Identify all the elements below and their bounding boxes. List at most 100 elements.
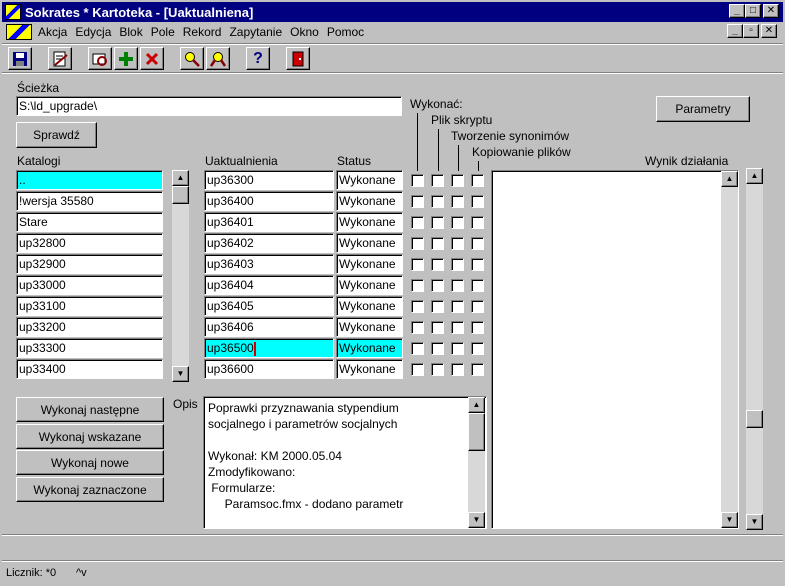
execute-checkbox[interactable]	[411, 342, 424, 355]
synonyms-checkbox[interactable]	[451, 258, 464, 271]
script-checkbox[interactable]	[431, 279, 444, 292]
execute-new-button[interactable]: Wykonaj nowe	[16, 450, 164, 475]
mdi-restore-button[interactable]: ▫	[743, 24, 759, 38]
update-status[interactable]: Wykonane	[336, 254, 403, 274]
script-checkbox[interactable]	[431, 258, 444, 271]
synonyms-checkbox[interactable]	[451, 363, 464, 376]
edit-document-button[interactable]	[48, 47, 72, 70]
menu-rekord[interactable]: Rekord	[179, 25, 226, 39]
catalog-item[interactable]: up33300	[16, 338, 163, 358]
catalog-item[interactable]: up32800	[16, 233, 163, 253]
catalog-item[interactable]: up33200	[16, 317, 163, 337]
copy-files-checkbox[interactable]	[471, 174, 484, 187]
copy-files-checkbox[interactable]	[471, 363, 484, 376]
script-checkbox[interactable]	[431, 237, 444, 250]
menu-zapytanie[interactable]: Zapytanie	[225, 25, 286, 39]
parameters-button[interactable]: Parametry	[656, 96, 750, 122]
synonyms-checkbox[interactable]	[451, 300, 464, 313]
synonyms-checkbox[interactable]	[451, 195, 464, 208]
update-name[interactable]: up36402	[204, 233, 334, 253]
execute-checkbox[interactable]	[411, 237, 424, 250]
scroll-thumb[interactable]	[172, 186, 189, 204]
execute-checked-button[interactable]: Wykonaj zaznaczone	[16, 477, 164, 502]
update-status[interactable]: Wykonane	[336, 170, 403, 190]
check-button[interactable]: Sprawdź	[16, 122, 97, 148]
exit-button[interactable]	[286, 47, 310, 70]
scroll-down-icon[interactable]: ▼	[746, 514, 763, 530]
scroll-up-icon[interactable]: ▲	[721, 171, 738, 187]
synonyms-checkbox[interactable]	[451, 174, 464, 187]
description-textarea[interactable]: Poprawki przyznawania stypendium socjaln…	[203, 396, 487, 529]
update-name[interactable]: up36401	[204, 212, 334, 232]
script-checkbox[interactable]	[431, 300, 444, 313]
scroll-down-icon[interactable]: ▼	[468, 512, 485, 528]
script-checkbox[interactable]	[431, 174, 444, 187]
script-checkbox[interactable]	[431, 216, 444, 229]
copy-files-checkbox[interactable]	[471, 258, 484, 271]
update-name[interactable]: up36406	[204, 317, 334, 337]
synonyms-checkbox[interactable]	[451, 321, 464, 334]
copy-files-checkbox[interactable]	[471, 279, 484, 292]
catalog-item[interactable]: up33000	[16, 275, 163, 295]
maximize-button[interactable]: □	[745, 4, 761, 18]
execute-query-button[interactable]	[206, 47, 230, 70]
menu-blok[interactable]: Blok	[115, 25, 146, 39]
copy-files-checkbox[interactable]	[471, 342, 484, 355]
copy-files-checkbox[interactable]	[471, 300, 484, 313]
update-name[interactable]: up36400	[204, 191, 334, 211]
update-status[interactable]: Wykonane	[336, 317, 403, 337]
close-button[interactable]: ✕	[763, 4, 779, 18]
catalog-item[interactable]: !wersja 35580	[16, 191, 163, 211]
scroll-up-icon[interactable]: ▲	[746, 168, 763, 184]
query-button[interactable]	[180, 47, 204, 70]
update-status[interactable]: Wykonane	[336, 212, 403, 232]
update-name[interactable]: up36405	[204, 296, 334, 316]
execute-checkbox[interactable]	[411, 300, 424, 313]
update-status-selected[interactable]: Wykonane	[336, 338, 403, 358]
execute-selected-button[interactable]: Wykonaj wskazane	[16, 424, 164, 449]
path-input[interactable]: S:\ld_upgrade\	[16, 96, 402, 116]
mdi-minimize-button[interactable]: _	[727, 24, 743, 38]
update-status[interactable]: Wykonane	[336, 296, 403, 316]
execute-checkbox[interactable]	[411, 321, 424, 334]
update-name[interactable]: up36404	[204, 275, 334, 295]
result-output[interactable]	[491, 170, 739, 529]
synonyms-checkbox[interactable]	[451, 342, 464, 355]
execute-checkbox[interactable]	[411, 174, 424, 187]
copy-files-checkbox[interactable]	[471, 237, 484, 250]
script-checkbox[interactable]	[431, 342, 444, 355]
scroll-thumb[interactable]	[468, 413, 485, 451]
catalog-item[interactable]: Stare	[16, 212, 163, 232]
execute-checkbox[interactable]	[411, 279, 424, 292]
update-name[interactable]: up36600	[204, 359, 334, 379]
minimize-button[interactable]: _	[729, 4, 745, 18]
document-icon[interactable]	[6, 24, 32, 40]
catalog-item[interactable]: up33100	[16, 296, 163, 316]
add-record-button[interactable]	[114, 47, 138, 70]
execute-checkbox[interactable]	[411, 363, 424, 376]
copy-files-checkbox[interactable]	[471, 216, 484, 229]
script-checkbox[interactable]	[431, 363, 444, 376]
synonyms-checkbox[interactable]	[451, 237, 464, 250]
catalog-item[interactable]: ..	[16, 170, 163, 190]
scroll-thumb[interactable]	[746, 410, 763, 428]
synonyms-checkbox[interactable]	[451, 279, 464, 292]
menu-akcja[interactable]: Akcja	[34, 25, 71, 39]
update-status[interactable]: Wykonane	[336, 359, 403, 379]
script-checkbox[interactable]	[431, 321, 444, 334]
execute-checkbox[interactable]	[411, 216, 424, 229]
update-name[interactable]: up36403	[204, 254, 334, 274]
scroll-up-icon[interactable]: ▲	[172, 170, 189, 186]
update-name-selected[interactable]: up36500	[204, 338, 334, 358]
execute-checkbox[interactable]	[411, 195, 424, 208]
result-inner-scrollbar[interactable]: ▲ ▼	[721, 171, 738, 528]
update-name[interactable]: up36300	[204, 170, 334, 190]
menu-okno[interactable]: Okno	[286, 25, 323, 39]
menu-pole[interactable]: Pole	[147, 25, 179, 39]
print-preview-button[interactable]	[88, 47, 112, 70]
delete-record-button[interactable]	[140, 47, 164, 70]
copy-files-checkbox[interactable]	[471, 321, 484, 334]
scroll-down-icon[interactable]: ▼	[721, 512, 738, 528]
catalog-item[interactable]: up32900	[16, 254, 163, 274]
scroll-up-icon[interactable]: ▲	[468, 397, 485, 413]
